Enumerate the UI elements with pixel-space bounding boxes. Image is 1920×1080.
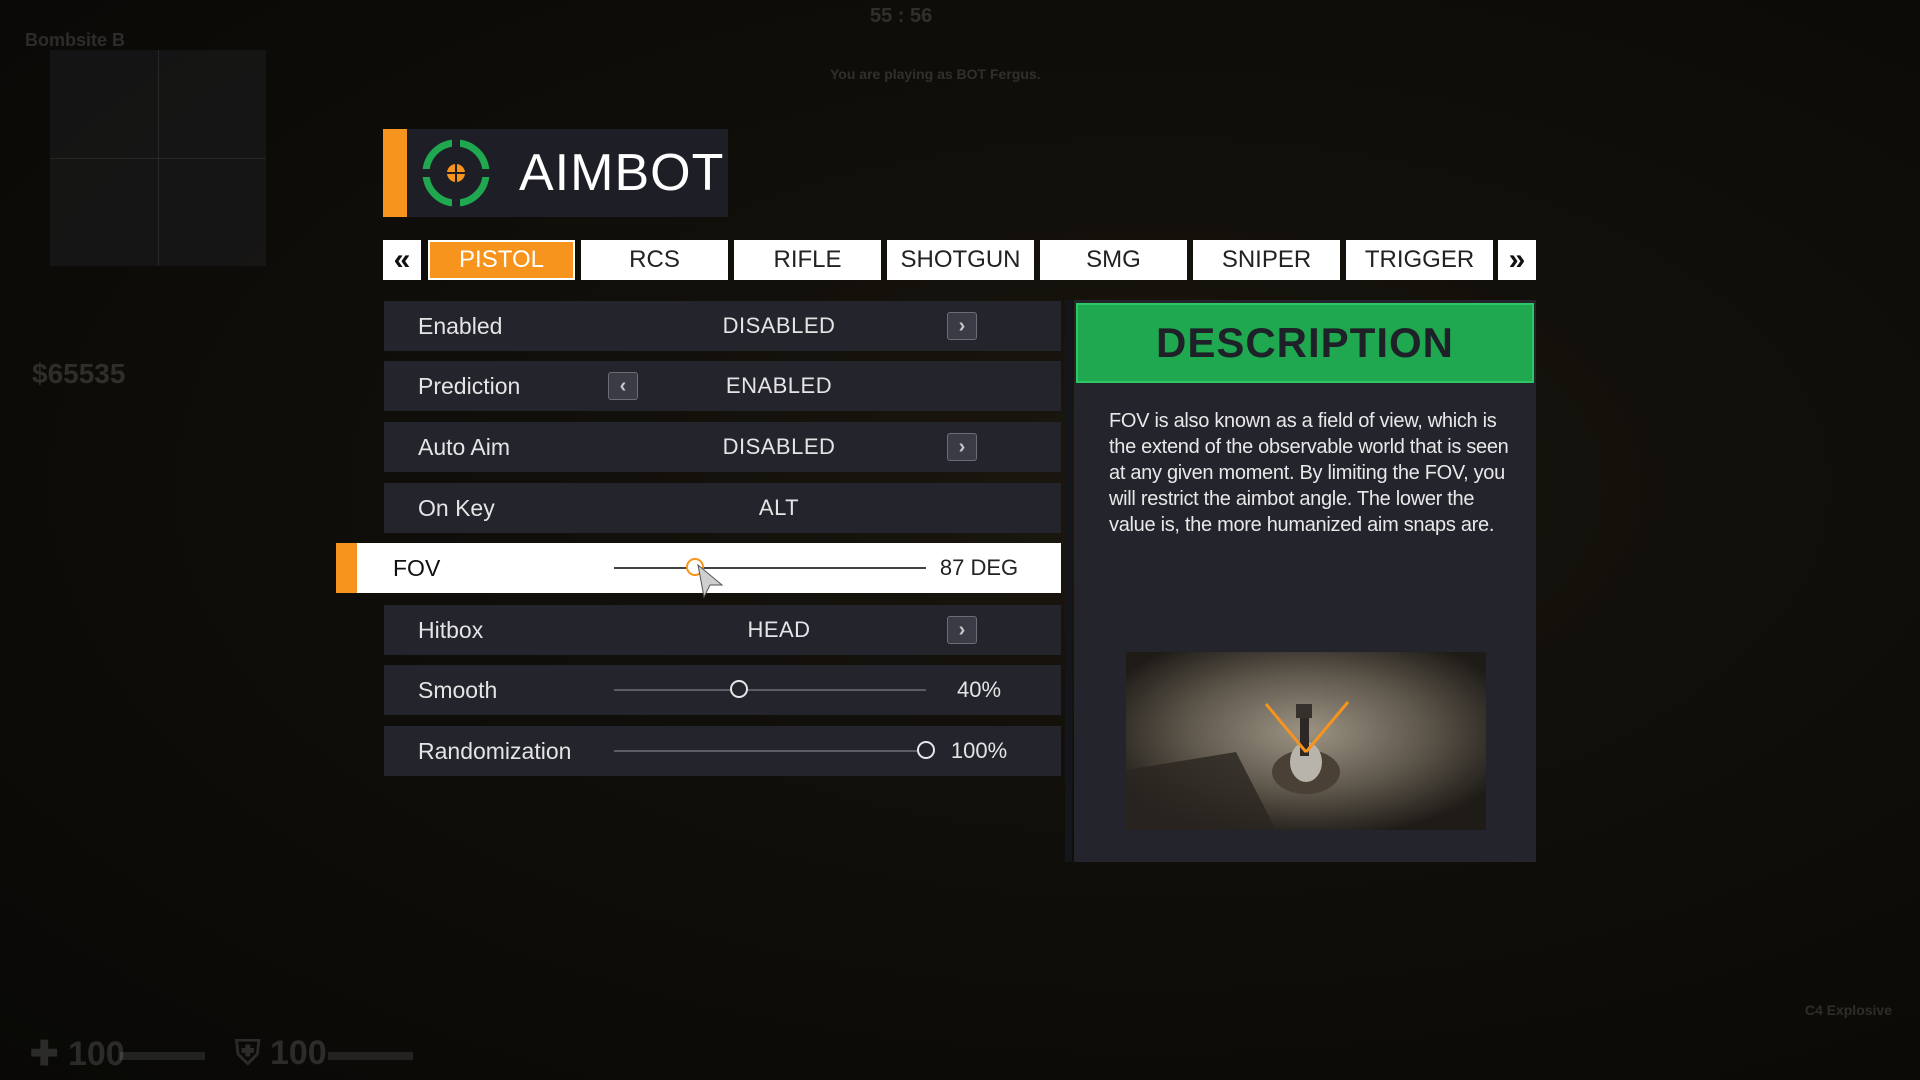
chevron-right-icon[interactable]: › [947, 433, 977, 461]
smooth-slider-knob[interactable] [729, 680, 748, 698]
health-display: ✚ 100 [30, 1035, 125, 1073]
setting-row-hitbox[interactable]: Hitbox HEAD › [384, 605, 1061, 655]
menu-title: AIMBOT [519, 144, 725, 202]
tab-sniper[interactable]: SNIPER [1193, 240, 1340, 280]
explosive-label: C4 Explosive [1804, 1002, 1892, 1018]
fov-slider-track[interactable] [614, 567, 926, 569]
setting-label: FOV [393, 555, 441, 581]
health-value: 100 [67, 1035, 125, 1073]
setting-value: DISABLED [722, 313, 836, 338]
setting-value: 87 DEG [939, 555, 1019, 580]
setting-value: 100% [950, 738, 1008, 763]
tab-rcs[interactable]: RCS [581, 240, 728, 280]
round-score: 55 : 56 [870, 5, 933, 27]
armor-display: ⛨ 100 [235, 1034, 327, 1072]
setting-label: Prediction [418, 373, 521, 399]
header-accent-stripe [383, 129, 407, 217]
health-bar [120, 1052, 205, 1060]
armor-bar [328, 1052, 413, 1060]
tab-next-button[interactable]: » [1498, 240, 1536, 280]
tab-shotgun[interactable]: SHOTGUN [887, 240, 1034, 280]
setting-value: 40% [956, 677, 1002, 702]
tab-smg[interactable]: SMG [1040, 240, 1187, 280]
setting-row-randomization[interactable]: Randomization 100% [384, 726, 1061, 776]
tab-trigger[interactable]: TRIGGER [1346, 240, 1493, 280]
chevron-left-icon[interactable]: ‹ [608, 372, 638, 400]
setting-row-on-key[interactable]: On Key ALT [384, 483, 1061, 533]
description-panel: DESCRIPTION FOV is also known as a field… [1074, 300, 1536, 862]
setting-row-enabled[interactable]: Enabled DISABLED › [384, 301, 1061, 351]
setting-value: ALT [758, 495, 800, 520]
selected-accent-stripe [336, 543, 357, 593]
setting-label: Hitbox [418, 617, 484, 643]
armor-value: 100 [269, 1034, 327, 1072]
randomization-slider-track[interactable] [614, 750, 926, 752]
money-display: $65535 [32, 358, 126, 389]
fov-preview-image [1126, 652, 1486, 830]
tab-rifle[interactable]: RIFLE [734, 240, 881, 280]
description-title: DESCRIPTION [1076, 303, 1534, 383]
playing-as-text: You are playing as BOT Fergus. [830, 66, 1041, 82]
panel-divider [1065, 300, 1072, 862]
menu-header: AIMBOT [383, 129, 728, 217]
setting-label: On Key [418, 495, 495, 521]
game-background [0, 0, 1920, 1080]
setting-label: Smooth [418, 677, 498, 703]
setting-label: Randomization [418, 738, 572, 764]
description-text: FOV is also known as a field of view, wh… [1109, 410, 1509, 536]
smooth-slider-track[interactable] [614, 689, 926, 691]
setting-value: HEAD [747, 617, 811, 642]
setting-row-auto-aim[interactable]: Auto Aim DISABLED › [384, 422, 1061, 472]
setting-row-prediction[interactable]: Prediction ‹ ENABLED [384, 361, 1061, 411]
setting-label: Auto Aim [418, 434, 511, 460]
crosshair-icon [421, 138, 491, 208]
chevron-right-icon[interactable]: › [947, 312, 977, 340]
setting-value: ENABLED [725, 373, 833, 398]
mouse-cursor-icon [697, 563, 724, 599]
setting-row-smooth[interactable]: Smooth 40% [384, 665, 1061, 715]
tab-prev-button[interactable]: « [383, 240, 421, 280]
chevron-right-icon[interactable]: › [947, 616, 977, 644]
radar-label: Bombsite B [25, 30, 126, 50]
radar-minimap [50, 50, 266, 266]
setting-value: DISABLED [722, 434, 836, 459]
randomization-slider-knob[interactable] [917, 741, 935, 759]
setting-label: Enabled [418, 313, 503, 339]
tab-pistol[interactable]: PISTOL [428, 240, 575, 280]
